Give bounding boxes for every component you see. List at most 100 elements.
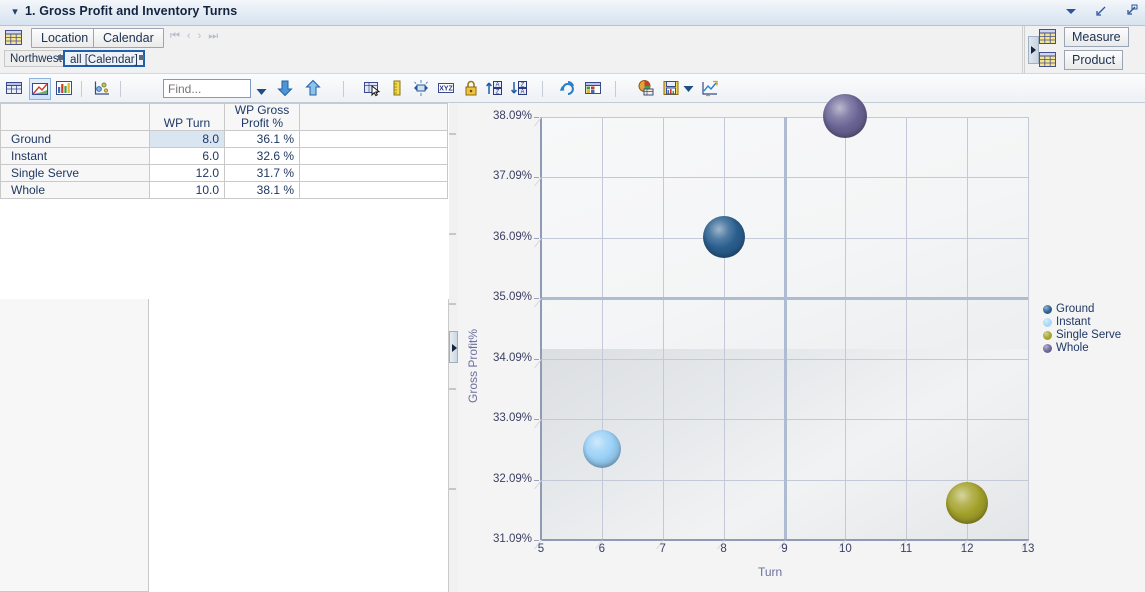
legend-item[interactable]: Whole	[1043, 342, 1143, 355]
dropdown-arrow-icon[interactable]	[1063, 3, 1079, 19]
cell-wp-turn[interactable]: 6.0	[149, 147, 225, 165]
swap-axes-icon[interactable]	[411, 78, 433, 100]
pane-splitter[interactable]	[449, 103, 458, 592]
table-row[interactable]: Single Serve 12.0 31.7 %	[0, 164, 448, 182]
table-row[interactable]: Instant 6.0 32.6 %	[0, 147, 448, 165]
bubble-ground[interactable]	[702, 216, 745, 259]
svg-text:XYZ: XYZ	[439, 85, 453, 92]
location-button[interactable]: Location	[31, 28, 99, 48]
splitter-collapse-handle[interactable]	[449, 331, 458, 363]
bar-chart-icon[interactable]	[54, 78, 76, 100]
legend-color-swatch	[1043, 344, 1052, 353]
lock-icon[interactable]	[461, 78, 483, 100]
gridline-vertical	[662, 117, 664, 540]
svg-text:A: A	[495, 83, 499, 89]
bubble-instant[interactable]	[582, 429, 621, 468]
cell-wp-gross-profit[interactable]: 38.1 %	[224, 181, 300, 199]
pie-chart-icon[interactable]	[636, 78, 658, 100]
scatter-chart-icon[interactable]	[92, 78, 114, 100]
legend-item[interactable]: Instant	[1043, 316, 1143, 329]
table-empty-right	[149, 299, 449, 592]
cell-wp-turn[interactable]: 8.0	[149, 130, 225, 148]
x-axis-tick-label: 10	[838, 543, 852, 555]
grid-icon[interactable]	[1039, 52, 1056, 67]
row-label[interactable]: Ground	[0, 130, 150, 148]
calendar-button[interactable]: Calendar	[93, 28, 164, 48]
product-button[interactable]: Product	[1064, 50, 1124, 70]
gridline-vertical	[601, 117, 603, 540]
cell-wp-turn[interactable]: 12.0	[149, 164, 225, 182]
x-axis-tick-label: 5	[537, 543, 545, 555]
trend-chart-icon[interactable]	[700, 78, 722, 100]
splitter-tick	[449, 303, 456, 305]
find-previous-icon[interactable]	[303, 78, 325, 100]
chevron-down-icon[interactable]: ▾	[9, 6, 21, 18]
sort-ascending-icon[interactable]: A Z	[484, 78, 506, 100]
header-line-2: Profit %	[240, 116, 283, 130]
table-empty-left	[0, 299, 149, 592]
filter-chip-calendar[interactable]: all [Calendar]	[63, 50, 145, 67]
chart-view-icon[interactable]	[29, 78, 51, 100]
legend-label: Instant	[1056, 316, 1091, 328]
column-header-wp-turn[interactable]: WP Turn	[149, 103, 225, 131]
y-axis-tick-label: 35.09%	[492, 291, 532, 304]
x-axis-tick-label: 13	[1021, 543, 1035, 555]
column-header-wp-gross-profit[interactable]: WP Gross Profit %	[224, 103, 300, 131]
bubble-whole[interactable]	[823, 94, 868, 139]
cell-wp-gross-profit[interactable]: 31.7 %	[224, 164, 300, 182]
save-chart-icon[interactable]	[661, 78, 683, 100]
select-pointer-icon[interactable]	[362, 78, 384, 100]
chevron-down-icon[interactable]	[683, 78, 695, 100]
y-axis-tick-mark	[534, 358, 539, 360]
filter-chip-separator-2[interactable]	[139, 55, 144, 60]
gridline-vertical	[1028, 117, 1029, 540]
grid-icon[interactable]	[1039, 29, 1056, 44]
y-axis-tick-mark	[534, 117, 539, 118]
x-axis-tick-label: 8	[720, 543, 727, 555]
cell-wp-turn[interactable]: 10.0	[149, 181, 225, 199]
reference-line-vertical	[783, 117, 787, 540]
splitter-tick	[449, 388, 456, 390]
last-page-icon[interactable]: ⏭	[208, 30, 218, 43]
legend-item[interactable]: Ground	[1043, 303, 1143, 316]
first-page-icon[interactable]: ⏮	[170, 30, 180, 43]
prev-page-icon[interactable]: ‹	[187, 30, 191, 43]
restore-down-icon[interactable]	[1093, 3, 1109, 19]
cell-wp-gross-profit[interactable]: 32.6 %	[224, 147, 300, 165]
table-row[interactable]: Ground 8.0 36.1 %	[0, 130, 448, 148]
x-axis-tick-label: 12	[960, 543, 974, 555]
next-page-icon[interactable]: ›	[198, 30, 202, 43]
row-label[interactable]: Instant	[0, 147, 150, 165]
ruler-icon[interactable]	[387, 78, 409, 100]
reference-line-horizontal	[541, 297, 1028, 301]
splitter-tick	[449, 233, 456, 235]
panel-divider	[1022, 26, 1023, 76]
chevron-down-icon[interactable]	[256, 85, 267, 99]
measure-button[interactable]: Measure	[1064, 27, 1129, 47]
xyz-icon[interactable]: XYZ	[436, 78, 458, 100]
search-input[interactable]	[163, 79, 251, 98]
y-axis-tick-label: 38.09%	[492, 110, 532, 122]
legend-item[interactable]: Single Serve	[1043, 329, 1143, 342]
table-row[interactable]: Whole 10.0 38.1 %	[0, 181, 448, 199]
main-toolbar: XYZ A Z Z A	[0, 73, 1145, 103]
row-label[interactable]: Single Serve	[0, 164, 150, 182]
legend-color-swatch	[1043, 318, 1052, 327]
maximize-icon[interactable]	[1123, 3, 1139, 19]
table-view-icon[interactable]	[4, 78, 26, 100]
window-controls	[1063, 3, 1139, 19]
svg-text:Z: Z	[496, 90, 500, 96]
sort-descending-icon[interactable]: Z A	[509, 78, 531, 100]
legend-label: Whole	[1056, 342, 1089, 354]
grid-icon[interactable]	[5, 30, 22, 45]
x-axis-tick-label: 9	[781, 543, 788, 555]
refresh-icon[interactable]	[558, 78, 580, 100]
plot-area[interactable]	[541, 94, 1029, 541]
find-next-icon[interactable]	[275, 78, 297, 100]
pivot-table-icon[interactable]	[583, 78, 605, 100]
bubble-single-serve[interactable]	[946, 482, 989, 525]
panel-collapse-handle[interactable]	[1028, 36, 1039, 64]
row-label[interactable]: Whole	[0, 181, 150, 199]
toolbar-separator	[81, 81, 82, 97]
cell-wp-gross-profit[interactable]: 36.1 %	[224, 130, 300, 148]
